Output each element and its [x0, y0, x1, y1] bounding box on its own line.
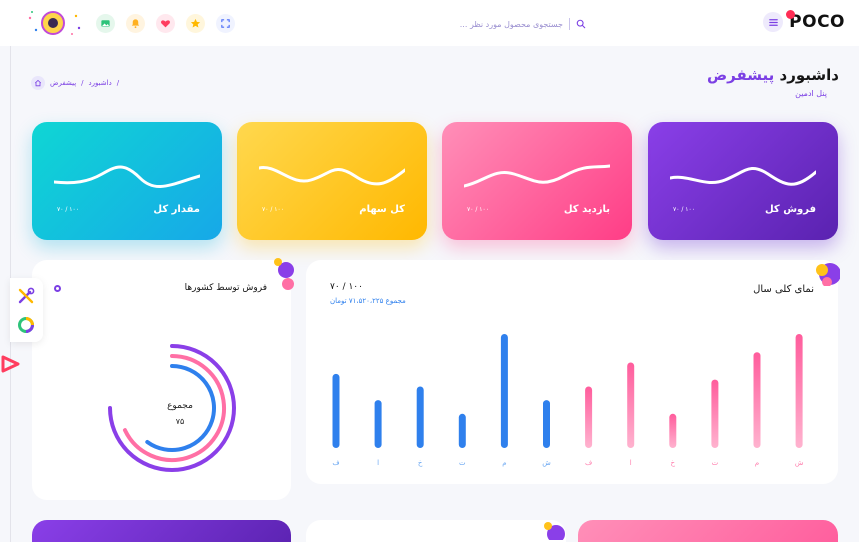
year-overview-bar-chart: فاختمشفاختمش: [332, 334, 804, 467]
chart-x-tick-label: خ: [671, 459, 676, 467]
panel-title: فروش توسط کشورها: [184, 283, 267, 293]
user-avatar[interactable]: [41, 11, 65, 35]
chart-x-tick-label: ا: [377, 459, 379, 467]
breadcrumb-separator: /: [116, 79, 120, 87]
card-title: بازدید کل: [563, 204, 610, 215]
favorites-button[interactable]: [156, 14, 175, 33]
breadcrumb: پیشفرض / داشبورد /: [31, 76, 119, 90]
chart-x-tick-label: ف: [585, 459, 592, 467]
card-wave-graphic: [54, 165, 200, 188]
chart-x-tick-label: م: [755, 459, 759, 467]
image-icon: [101, 20, 110, 27]
heart-icon: [161, 20, 170, 28]
stat-card-total-stock[interactable]: کل سهام ۱۰۰ / ۷۰: [237, 122, 427, 240]
card-title: فروش کل: [764, 204, 816, 215]
chart-x-tick-label: م: [502, 459, 506, 467]
chart-bar[interactable]: [374, 400, 382, 448]
card-value: ۱۰۰ / ۷۰: [57, 206, 79, 213]
header-icons: [96, 14, 235, 33]
card-value: ۱۰۰ / ۷۰: [262, 206, 284, 213]
side-tools-widget: [10, 278, 43, 342]
bookmark-button[interactable]: [186, 14, 205, 33]
chart-bar[interactable]: [458, 413, 466, 448]
radial-center-value: ۷۵: [175, 417, 185, 426]
card-wave-graphic: [464, 164, 610, 188]
breadcrumb-item[interactable]: پیشفرض: [50, 79, 76, 87]
year-overview-panel: نمای کلی سال ۱۰۰ / ۷۰ مجموع ۷۱،۵۲۰،۲۲۵ ت…: [306, 260, 840, 484]
breadcrumb-item[interactable]: داشبورد: [89, 79, 112, 87]
breadcrumb-separator: /: [81, 79, 84, 87]
fullscreen-button[interactable]: [216, 14, 235, 33]
chart-x-tick-label: ت: [712, 459, 719, 467]
menu-toggle-button[interactable]: [763, 12, 784, 32]
radial-center-label: مجموع: [167, 401, 193, 411]
logo-text: POCO: [786, 10, 845, 32]
bottom-card-purple: [32, 520, 291, 542]
card-wave-graphic: [259, 166, 405, 186]
color-wheel-icon[interactable]: [16, 315, 36, 335]
chart-bar[interactable]: [669, 413, 677, 448]
stat-card-total-sales[interactable]: فروش کل ۱۰۰ / ۷۰: [648, 122, 838, 240]
chart-x-tick-label: ش: [795, 459, 804, 467]
search-separator: [569, 18, 570, 30]
card-title: کل سهام: [359, 204, 405, 215]
search-icon: [576, 19, 586, 29]
chart-bar[interactable]: [543, 400, 550, 448]
chart-bar[interactable]: [585, 386, 593, 448]
top-bar: POCO: [0, 0, 859, 46]
chart-bar[interactable]: [500, 334, 508, 448]
chart-x-tick-label: ت: [459, 459, 466, 467]
side-arrow-icon: [1, 355, 20, 373]
chart-x-tick-label: خ: [418, 459, 423, 467]
logo[interactable]: POCO: [763, 10, 845, 32]
sales-by-country-panel: فروش توسط کشورها مجموع ۷۵: [32, 258, 294, 500]
chart-x-tick-label: ا: [630, 459, 632, 467]
search-input[interactable]: [443, 19, 563, 29]
chart-bar[interactable]: [753, 352, 761, 448]
page-subtitle: پنل ادمین: [795, 89, 827, 98]
panel-corner-decoration: [274, 258, 294, 290]
image-button[interactable]: [96, 14, 115, 33]
breadcrumb-home[interactable]: [31, 76, 45, 90]
chart-x-tick-label: ش: [542, 459, 551, 467]
bell-icon: [131, 19, 140, 29]
fullscreen-icon: [221, 19, 230, 28]
chart-bar[interactable]: [416, 386, 424, 448]
chart-x-tick-label: ف: [332, 459, 339, 467]
card-wave-graphic: [670, 167, 816, 186]
bottom-card-white: [306, 520, 566, 542]
menu-icon: [768, 18, 778, 26]
home-icon: [34, 79, 42, 87]
chart-bar[interactable]: [627, 362, 635, 449]
notification-button[interactable]: [126, 14, 145, 33]
card-title: مقدار کل: [153, 204, 200, 215]
search-box[interactable]: [440, 16, 586, 32]
chart-bar[interactable]: [795, 334, 803, 448]
chart-bar[interactable]: [711, 379, 719, 448]
card-value: ۱۰۰ / ۷۰: [673, 206, 695, 213]
card-value: ۱۰۰ / ۷۰: [467, 206, 489, 213]
tools-icon[interactable]: [16, 286, 36, 306]
stat-card-total-amount[interactable]: مقدار کل ۱۰۰ / ۷۰: [32, 122, 222, 240]
bottom-card-pink: [578, 520, 838, 542]
page-title: داشبورد پیشفرض: [706, 66, 839, 84]
panel-corner-decoration: [544, 522, 565, 540]
chart-bar[interactable]: [332, 373, 340, 448]
stat-card-total-visits[interactable]: بازدید کل ۱۰۰ / ۷۰: [442, 122, 632, 240]
star-icon: [190, 18, 201, 28]
panel-option-dot[interactable]: [54, 285, 61, 292]
